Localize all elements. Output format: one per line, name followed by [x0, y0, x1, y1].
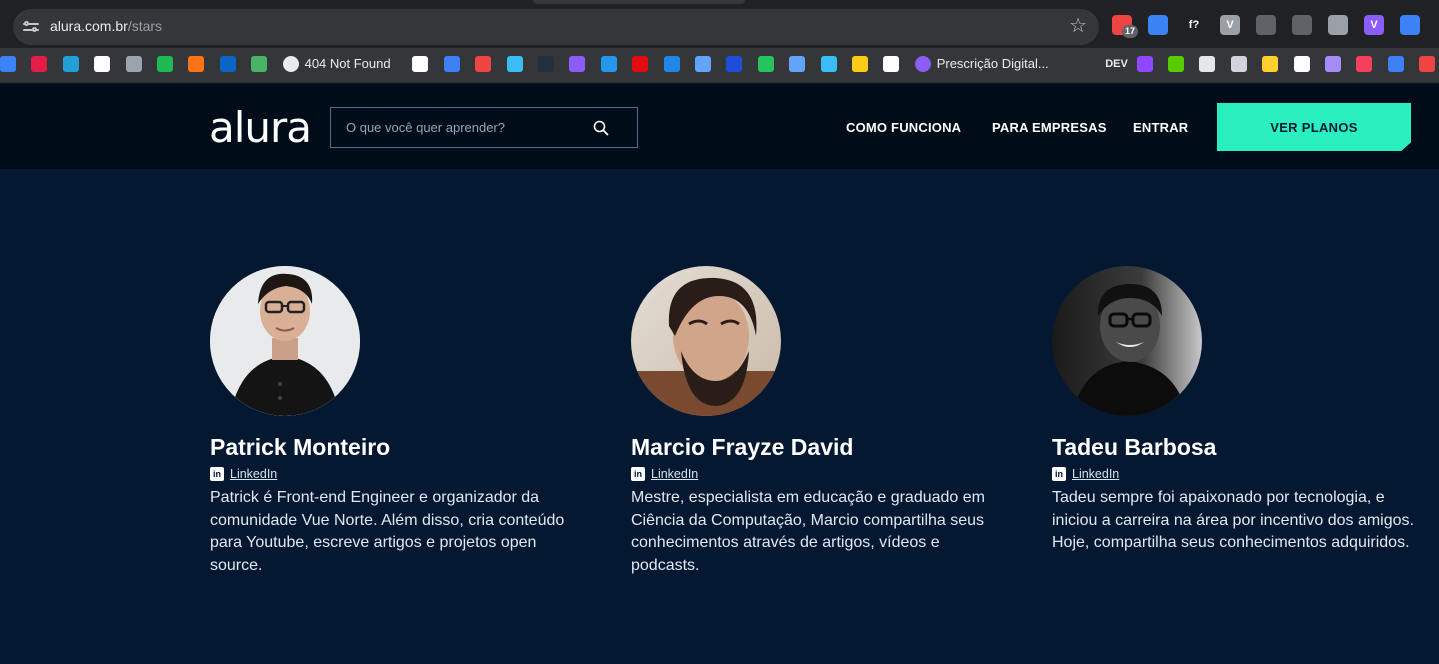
edge-icon[interactable] [1387, 56, 1404, 72]
bookmark-label[interactable]: DEV [1105, 56, 1128, 72]
docker-icon[interactable] [600, 56, 617, 72]
bird-icon[interactable] [820, 56, 837, 72]
vue-icon[interactable]: V [1220, 15, 1240, 35]
linkedin-row: in LinkedIn [210, 466, 590, 482]
alura-logo[interactable]: alura [209, 106, 312, 150]
nav-entrar[interactable]: ENTRAR [1133, 120, 1188, 135]
notification-icon[interactable]: 17 [1112, 15, 1139, 38]
url-text[interactable]: alura.com.br/stars [50, 18, 162, 34]
active-tab-edge [533, 0, 745, 4]
play-icon[interactable] [443, 56, 460, 72]
site-header: alura COMO FUNCIONA PARA EMPRESAS ENTRAR… [0, 84, 1439, 169]
tools-icon[interactable] [694, 56, 711, 72]
clipboard-icon[interactable] [883, 56, 900, 72]
miro-icon[interactable] [1262, 56, 1279, 72]
instructor-bio: Tadeu sempre foi apaixonado por tecnolog… [1052, 489, 1414, 551]
notion-icon[interactable] [1293, 56, 1310, 72]
n-icon[interactable] [726, 56, 743, 72]
instructor-bio: Patrick é Front-end Engineer e organizad… [210, 489, 565, 574]
telegram-icon[interactable] [62, 56, 79, 72]
history-icon[interactable] [1292, 15, 1312, 35]
address-bar[interactable]: alura.com.br/stars ☆ [13, 9, 1099, 45]
stack-icon[interactable] [188, 56, 205, 72]
trello-icon[interactable] [94, 56, 111, 72]
zap-icon[interactable] [1419, 56, 1436, 72]
linkedin-row: in LinkedIn [631, 466, 1011, 482]
notification-badge: 17 [1122, 25, 1139, 38]
spotify-icon[interactable] [157, 56, 173, 72]
image-icon[interactable] [125, 56, 142, 72]
linkedin-icon: in [631, 467, 645, 481]
instructor-name: Marcio Frayze David [631, 434, 854, 460]
extensions-bar: 17 f? V V [1112, 15, 1432, 39]
bookmarks-bar: 404 Not Found Prescrição Digital... DEV [0, 48, 1439, 83]
ver-planos-button[interactable]: VER PLANOS [1217, 103, 1411, 151]
cube-icon[interactable] [1356, 56, 1373, 72]
search-box[interactable] [330, 107, 638, 148]
linkedin-icon[interactable] [219, 56, 236, 72]
puzzle-icon[interactable] [1325, 56, 1341, 72]
instructor-card: Tadeu Barbosa in LinkedIn Tadeu sempre f… [1052, 266, 1432, 555]
instructor-card: Marcio Frayze David in LinkedIn Mestre, … [631, 266, 1011, 577]
instructor-bio: Mestre, especialista em educação e gradu… [631, 489, 985, 574]
bookmark-label[interactable]: 404 Not Found [305, 56, 391, 72]
eyedropper-icon[interactable] [1328, 15, 1348, 35]
file-icon[interactable] [1400, 15, 1420, 35]
avatar [210, 266, 360, 416]
aws-icon[interactable] [537, 56, 554, 72]
linkedin-icon: in [210, 467, 224, 481]
twitch-icon[interactable] [1136, 56, 1153, 72]
owl-icon[interactable] [1168, 56, 1184, 72]
linkedin-link[interactable]: LinkedIn [651, 467, 698, 481]
google-drive-icon[interactable] [0, 56, 16, 72]
chrome-icon[interactable] [757, 56, 774, 72]
nav-para-empresas[interactable]: PARA EMPRESAS [992, 120, 1107, 135]
search-input[interactable] [331, 108, 581, 147]
tailwind-icon[interactable] [506, 56, 523, 72]
bookmark-label[interactable]: Prescrição Digital... [937, 56, 1049, 72]
vivaldi-icon[interactable] [31, 56, 48, 72]
pushbullet-icon[interactable] [251, 56, 268, 72]
gear-icon[interactable] [1256, 15, 1276, 35]
v-extension-icon[interactable]: V [1364, 15, 1384, 35]
avatar [1052, 266, 1202, 416]
coin-icon[interactable] [851, 56, 868, 72]
linkedin-row: in LinkedIn [1052, 466, 1432, 482]
netflix-icon[interactable] [632, 56, 649, 72]
linkedin-link[interactable]: LinkedIn [230, 467, 277, 481]
media-icon[interactable] [663, 56, 680, 72]
instructor-name: Tadeu Barbosa [1052, 434, 1217, 460]
chatgpt-icon[interactable] [1199, 56, 1216, 72]
site-settings-icon[interactable] [23, 20, 39, 34]
browser-toolbar: alura.com.br/stars ☆ 17 f? V V [0, 0, 1439, 48]
linkedin-link[interactable]: LinkedIn [1072, 467, 1119, 481]
search-icon[interactable] [593, 120, 609, 136]
sparkle-icon[interactable] [914, 56, 931, 72]
screenshot-icon[interactable] [1148, 15, 1168, 35]
avatar [631, 266, 781, 416]
duo-icon[interactable] [789, 56, 806, 72]
instructor-name: Patrick Monteiro [210, 434, 391, 460]
linkedin-icon: in [1052, 467, 1066, 481]
github-icon[interactable] [412, 56, 429, 72]
openai-icon[interactable] [1230, 56, 1247, 72]
box-icon[interactable] [569, 56, 586, 72]
bookmark-star-icon[interactable]: ☆ [1069, 15, 1087, 37]
instructor-card: Patrick Monteiro in LinkedIn Patrick é F… [210, 266, 590, 577]
fonts-icon[interactable]: f? [1184, 15, 1204, 35]
flame-icon[interactable] [475, 56, 492, 72]
globe-icon[interactable] [282, 56, 299, 72]
nav-como-funciona[interactable]: COMO FUNCIONA [846, 120, 961, 135]
